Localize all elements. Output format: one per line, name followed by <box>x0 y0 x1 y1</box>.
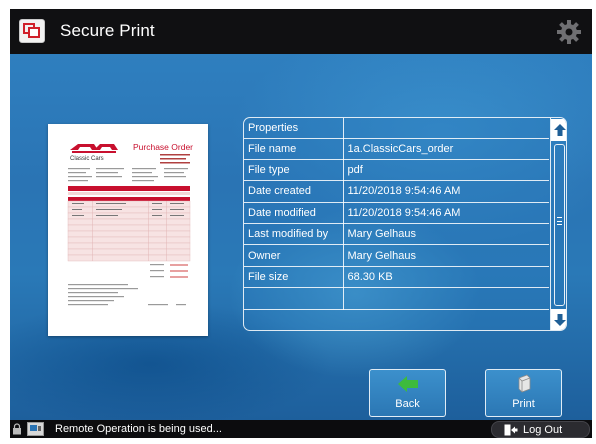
table-row: File type pdf <box>244 159 549 182</box>
properties-panel: Properties File name 1a.ClassicCars_orde… <box>243 117 567 331</box>
printer-screen: Secure Print Classic Cars Purchase Order… <box>10 9 592 438</box>
table-row <box>244 287 549 310</box>
scroll-thumb-grip[interactable] <box>557 217 562 225</box>
table-row: Last modified by Mary Gelhaus <box>244 223 549 246</box>
property-label: File type <box>244 159 344 182</box>
property-label: Date modified <box>244 202 344 225</box>
property-label <box>244 287 344 310</box>
brand-name: Classic Cars <box>70 156 104 162</box>
scroll-up-button[interactable] <box>551 119 566 141</box>
properties-header: Properties <box>244 118 344 139</box>
property-value: Mary Gelhaus <box>343 223 549 246</box>
properties-scrollbar[interactable] <box>550 118 566 330</box>
table-row: File name 1a.ClassicCars_order <box>244 138 549 160</box>
table-row: File size 68.30 KB <box>244 266 549 289</box>
property-label: Date created <box>244 180 344 203</box>
table-row: Date created 11/20/2018 9:54:46 AM <box>244 180 549 203</box>
gear-icon[interactable] <box>555 18 583 46</box>
print-icon <box>518 374 530 393</box>
classic-cars-logo <box>70 144 118 153</box>
status-bar: Remote Operation is being used... Log Ou… <box>10 420 592 438</box>
property-value: 1a.ClassicCars_order <box>343 138 549 160</box>
log-out-label: Log Out <box>523 424 563 436</box>
back-arrow-icon <box>397 376 418 392</box>
property-value: 11/20/2018 9:54:46 AM <box>343 202 549 225</box>
property-value: pdf <box>343 159 549 182</box>
properties-header-row: Properties <box>244 118 549 139</box>
property-value: 11/20/2018 9:54:46 AM <box>343 180 549 203</box>
property-label: Owner <box>244 244 344 267</box>
property-value <box>343 118 549 139</box>
header-bar: Secure Print <box>10 9 592 54</box>
arrow-down-icon <box>553 314 566 326</box>
table-row: Date modified 11/20/2018 9:54:46 AM <box>244 202 549 225</box>
log-out-button[interactable]: Log Out <box>491 421 590 438</box>
remote-operation-icon <box>27 422 44 436</box>
scroll-down-button[interactable] <box>551 309 566 330</box>
scroll-track[interactable] <box>554 144 565 306</box>
properties-table: Properties File name 1a.ClassicCars_orde… <box>244 118 549 310</box>
property-value: 68.30 KB <box>343 266 549 289</box>
print-button[interactable]: Print <box>485 369 562 417</box>
status-message: Remote Operation is being used... <box>55 423 222 435</box>
property-value: Mary Gelhaus <box>343 244 549 267</box>
back-button[interactable]: Back <box>369 369 446 417</box>
log-out-icon <box>504 424 518 436</box>
property-label: File size <box>244 266 344 289</box>
page-title: Secure Print <box>60 21 155 40</box>
lock-icon <box>13 423 21 435</box>
arrow-up-icon <box>553 124 566 136</box>
secure-print-icon <box>19 19 45 43</box>
document-heading: Purchase Order <box>133 142 193 152</box>
document-preview: Classic Cars Purchase Order <box>48 124 208 336</box>
print-button-label: Print <box>512 398 535 410</box>
back-button-label: Back <box>395 398 420 410</box>
property-label: Last modified by <box>244 223 344 246</box>
property-label: File name <box>244 138 344 160</box>
property-value <box>343 287 549 310</box>
table-row: Owner Mary Gelhaus <box>244 244 549 267</box>
main-area: Classic Cars Purchase Order Properties F… <box>10 54 592 420</box>
